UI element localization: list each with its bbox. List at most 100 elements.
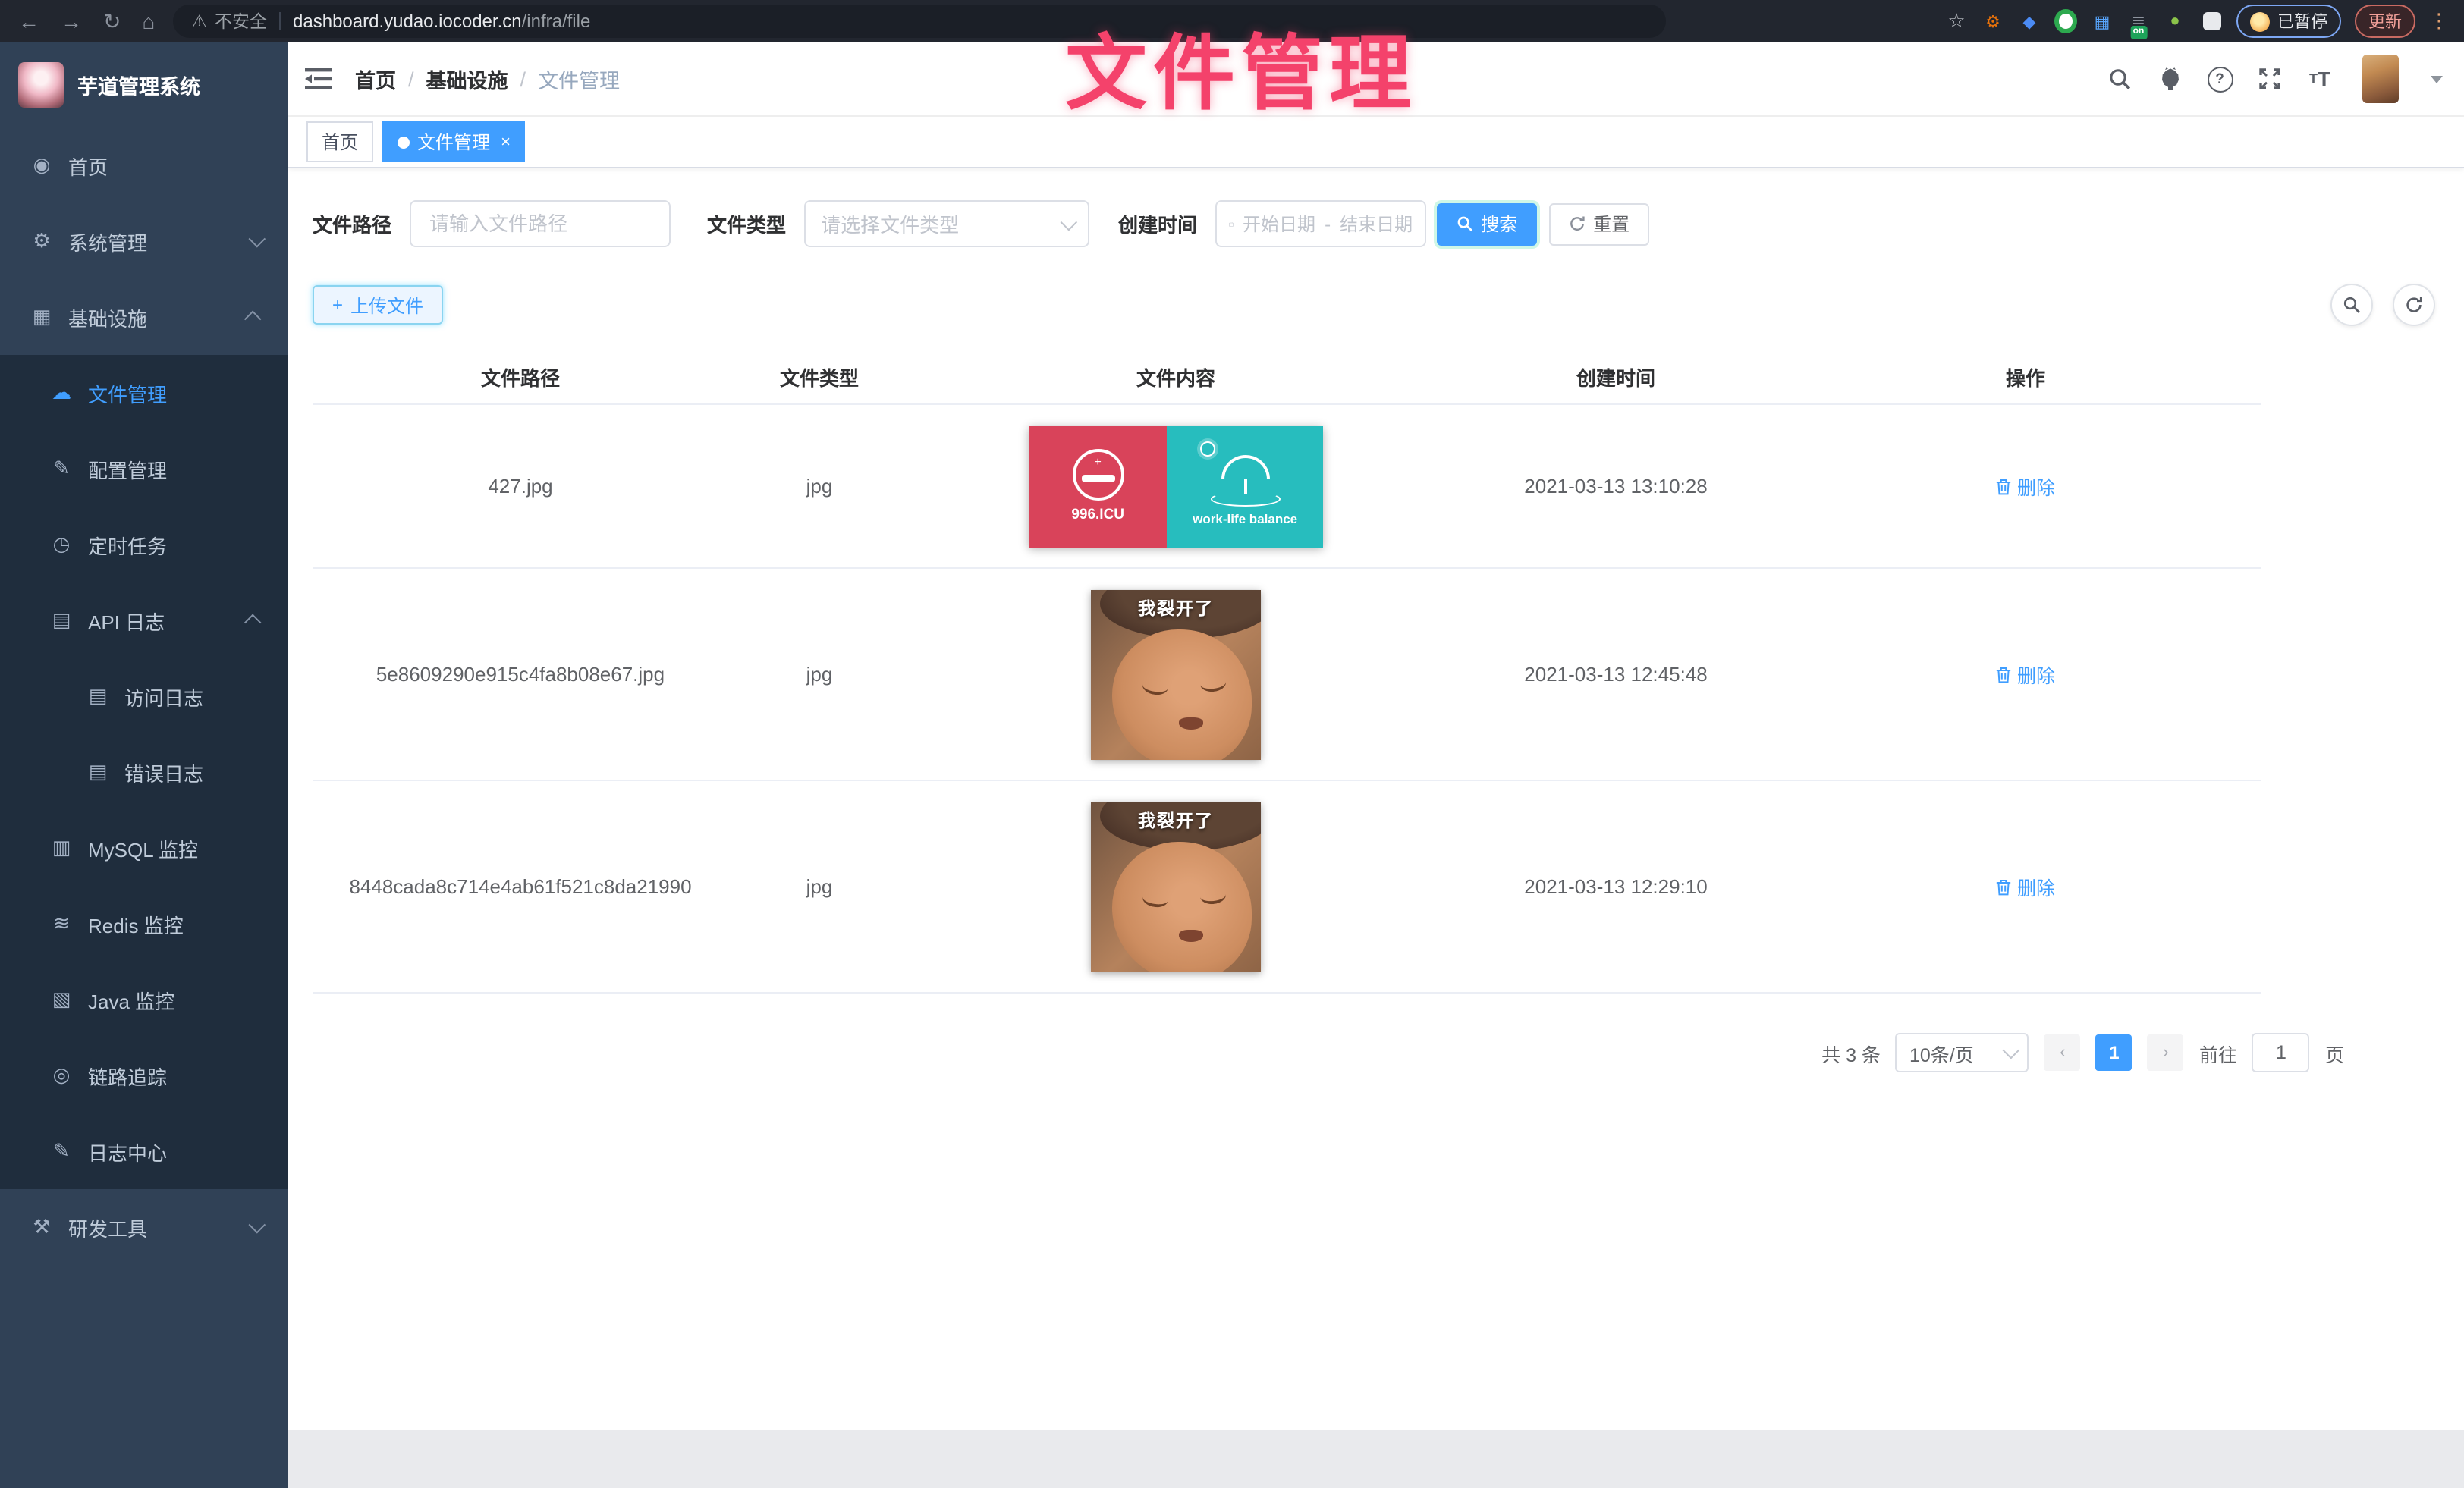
- extension-drop-icon[interactable]: ◆: [2018, 10, 2041, 33]
- update-button[interactable]: 更新: [2355, 5, 2415, 38]
- active-tab-dot: [398, 136, 410, 148]
- main-area: 首页 / 基础设施 / 文件管理 ?: [288, 42, 2464, 1488]
- tool-icon: ⚒: [30, 1215, 53, 1239]
- bookmark-star-icon[interactable]: ☆: [1945, 10, 1968, 33]
- umbrella-icon: [1221, 455, 1269, 479]
- meme-caption: 我裂开了: [1091, 808, 1261, 832]
- reset-button[interactable]: 重置: [1549, 202, 1649, 245]
- back-icon[interactable]: ←: [18, 9, 39, 33]
- goto-page-input[interactable]: [2252, 1033, 2310, 1072]
- app-logo-row[interactable]: 芋道管理系统: [0, 42, 288, 127]
- security-label: 不安全: [215, 9, 267, 33]
- file-preview-baby-meme[interactable]: 我裂开了: [1091, 802, 1261, 972]
- sidebar-item-log-center[interactable]: ✎ 日志中心: [0, 1113, 288, 1189]
- sidebar-item-label: 访问日志: [124, 682, 203, 711]
- search-icon[interactable]: [2106, 65, 2133, 93]
- file-preview-996icu-banner[interactable]: + 996.ICU work-life balance: [1029, 425, 1323, 547]
- extension-grid-icon[interactable]: ▦: [2091, 10, 2114, 33]
- page-number-1[interactable]: 1: [2096, 1034, 2132, 1071]
- breadcrumb-home[interactable]: 首页: [355, 64, 396, 94]
- extension-green-ring-icon[interactable]: [2054, 10, 2077, 33]
- sidebar-item-dev-tools[interactable]: ⚒ 研发工具: [0, 1189, 288, 1265]
- select-chevron-icon: [2003, 1042, 2020, 1059]
- sidebar-item-tracing[interactable]: ◎ 链路追踪: [0, 1038, 288, 1113]
- sidebar-item-mysql-monitor[interactable]: ▥ MySQL 监控: [0, 810, 288, 886]
- file-type-label: 文件类型: [707, 209, 786, 238]
- extensions-puzzle-icon[interactable]: [2200, 10, 2223, 33]
- timer-icon: ◷: [50, 532, 73, 557]
- extension-gear-icon[interactable]: ⚙: [1982, 10, 2004, 33]
- banner-right-text: work-life balance: [1193, 511, 1297, 526]
- bottom-strip: [288, 1430, 2464, 1488]
- user-menu-caret-icon[interactable]: [2431, 75, 2443, 83]
- upload-file-button[interactable]: + 上传文件: [313, 285, 443, 325]
- island-icon: [1210, 491, 1280, 507]
- refresh-table-button[interactable]: [2393, 284, 2435, 326]
- file-content-cell: 我裂开了: [910, 589, 1441, 759]
- sidebar-item-scheduled-tasks[interactable]: ◷ 定时任务: [0, 507, 288, 582]
- browser-extensions-area: ☆ ⚙ ◆ ▦ ≣ on ● 已暂停 更新 ⋮: [1930, 5, 2464, 38]
- sidebar-item-home[interactable]: ◉ 首页: [0, 127, 288, 203]
- github-icon[interactable]: [2156, 65, 2183, 93]
- sun-icon: [1200, 441, 1215, 456]
- home-icon[interactable]: ⌂: [142, 9, 155, 33]
- file-type-select[interactable]: 请选择文件类型: [804, 200, 1089, 247]
- breadcrumb-current: 文件管理: [538, 64, 620, 94]
- sidebar-item-api-logs[interactable]: ▤ API 日志: [0, 582, 288, 658]
- date-range-picker[interactable]: 开始日期 - 结束日期: [1215, 200, 1426, 247]
- file-path-input[interactable]: [426, 211, 654, 237]
- search-button[interactable]: 搜索: [1437, 202, 1537, 245]
- tab-home[interactable]: 首页: [306, 121, 373, 162]
- browser-nav: ← → ↻ ⌂: [0, 8, 173, 34]
- table-row: 5e8609290e915c4fa8b08e67.jpg jpg 我裂开了: [313, 569, 2261, 781]
- table-row: 8448cada8c714e4ab61f521c8da21990 jpg 我裂开…: [313, 781, 2261, 994]
- hide-search-button[interactable]: [2330, 284, 2373, 326]
- tab-file-management[interactable]: 文件管理 ×: [382, 121, 526, 162]
- column-header-path: 文件路径: [313, 350, 728, 403]
- sidebar-item-redis-monitor[interactable]: ≋ Redis 监控: [0, 886, 288, 962]
- file-preview-baby-meme[interactable]: 我裂开了: [1091, 589, 1261, 759]
- infrastructure-submenu: ☁ 文件管理 ✎ 配置管理 ◷ 定时任务 ▤ API 日志: [0, 355, 288, 1189]
- table-toolbar: + 上传文件: [313, 284, 2435, 326]
- forward-icon[interactable]: →: [61, 9, 82, 33]
- hamburger-icon[interactable]: [303, 67, 334, 91]
- file-table: 文件路径 文件类型 文件内容 创建时间 操作 427.jpg jpg +: [313, 350, 2261, 994]
- redis-icon: ≋: [50, 912, 73, 936]
- delete-button[interactable]: 删除: [1996, 872, 2055, 901]
- security-warning[interactable]: ⚠ 不安全: [191, 9, 267, 33]
- sidebar-item-config-management[interactable]: ✎ 配置管理: [0, 431, 288, 507]
- sidebar-item-system-management[interactable]: ⚙ 系统管理: [0, 203, 288, 279]
- browser-menu-icon[interactable]: ⋮: [2429, 9, 2449, 33]
- column-header-created: 创建时间: [1441, 350, 1790, 403]
- page-size-value: 10条/页: [1909, 1038, 1974, 1067]
- meme-mouth: [1179, 717, 1203, 729]
- reload-icon[interactable]: ↻: [103, 8, 121, 34]
- page-size-select[interactable]: 10条/页: [1896, 1033, 2029, 1072]
- tab-close-icon[interactable]: ×: [501, 133, 511, 151]
- sidebar-item-error-logs[interactable]: ▤ 错误日志: [0, 734, 288, 810]
- next-page-button[interactable]: ›: [2148, 1034, 2184, 1071]
- extension-stack-icon[interactable]: ≣ on: [2127, 10, 2150, 33]
- date-end-placeholder: 结束日期: [1340, 211, 1413, 237]
- extension-on-badge: on: [2130, 25, 2148, 39]
- sidebar-item-infrastructure[interactable]: ▦ 基础设施: [0, 279, 288, 355]
- profile-paused-chip[interactable]: 已暂停: [2236, 5, 2341, 38]
- user-avatar[interactable]: [2362, 55, 2399, 103]
- extension-leaf-icon[interactable]: ●: [2164, 10, 2186, 33]
- sidebar-item-file-management[interactable]: ☁ 文件管理: [0, 355, 288, 431]
- delete-button[interactable]: 删除: [1996, 660, 2055, 689]
- sidebar-item-access-logs[interactable]: ▤ 访问日志: [0, 658, 288, 734]
- fullscreen-icon[interactable]: [2256, 65, 2283, 93]
- meme-mouth: [1179, 929, 1203, 941]
- delete-button[interactable]: 删除: [1996, 472, 2055, 501]
- sidebar: 芋道管理系统 ◉ 首页 ⚙ 系统管理 ▦ 基础设施: [0, 42, 288, 1488]
- help-icon[interactable]: ?: [2206, 65, 2233, 93]
- prev-page-button[interactable]: ‹: [2044, 1034, 2081, 1071]
- font-size-icon[interactable]: TT: [2306, 65, 2334, 93]
- app-header: 首页 / 基础设施 / 文件管理 ?: [288, 42, 2464, 117]
- sidebar-item-java-monitor[interactable]: ▧ Java 监控: [0, 962, 288, 1038]
- select-chevron-icon: [1061, 213, 1078, 231]
- breadcrumb-infrastructure[interactable]: 基础设施: [426, 64, 508, 94]
- address-bar[interactable]: ⚠ 不安全 dashboard.yudao.iocoder.cn/infra/f…: [173, 5, 1666, 38]
- goto-label: 前往: [2199, 1038, 2237, 1067]
